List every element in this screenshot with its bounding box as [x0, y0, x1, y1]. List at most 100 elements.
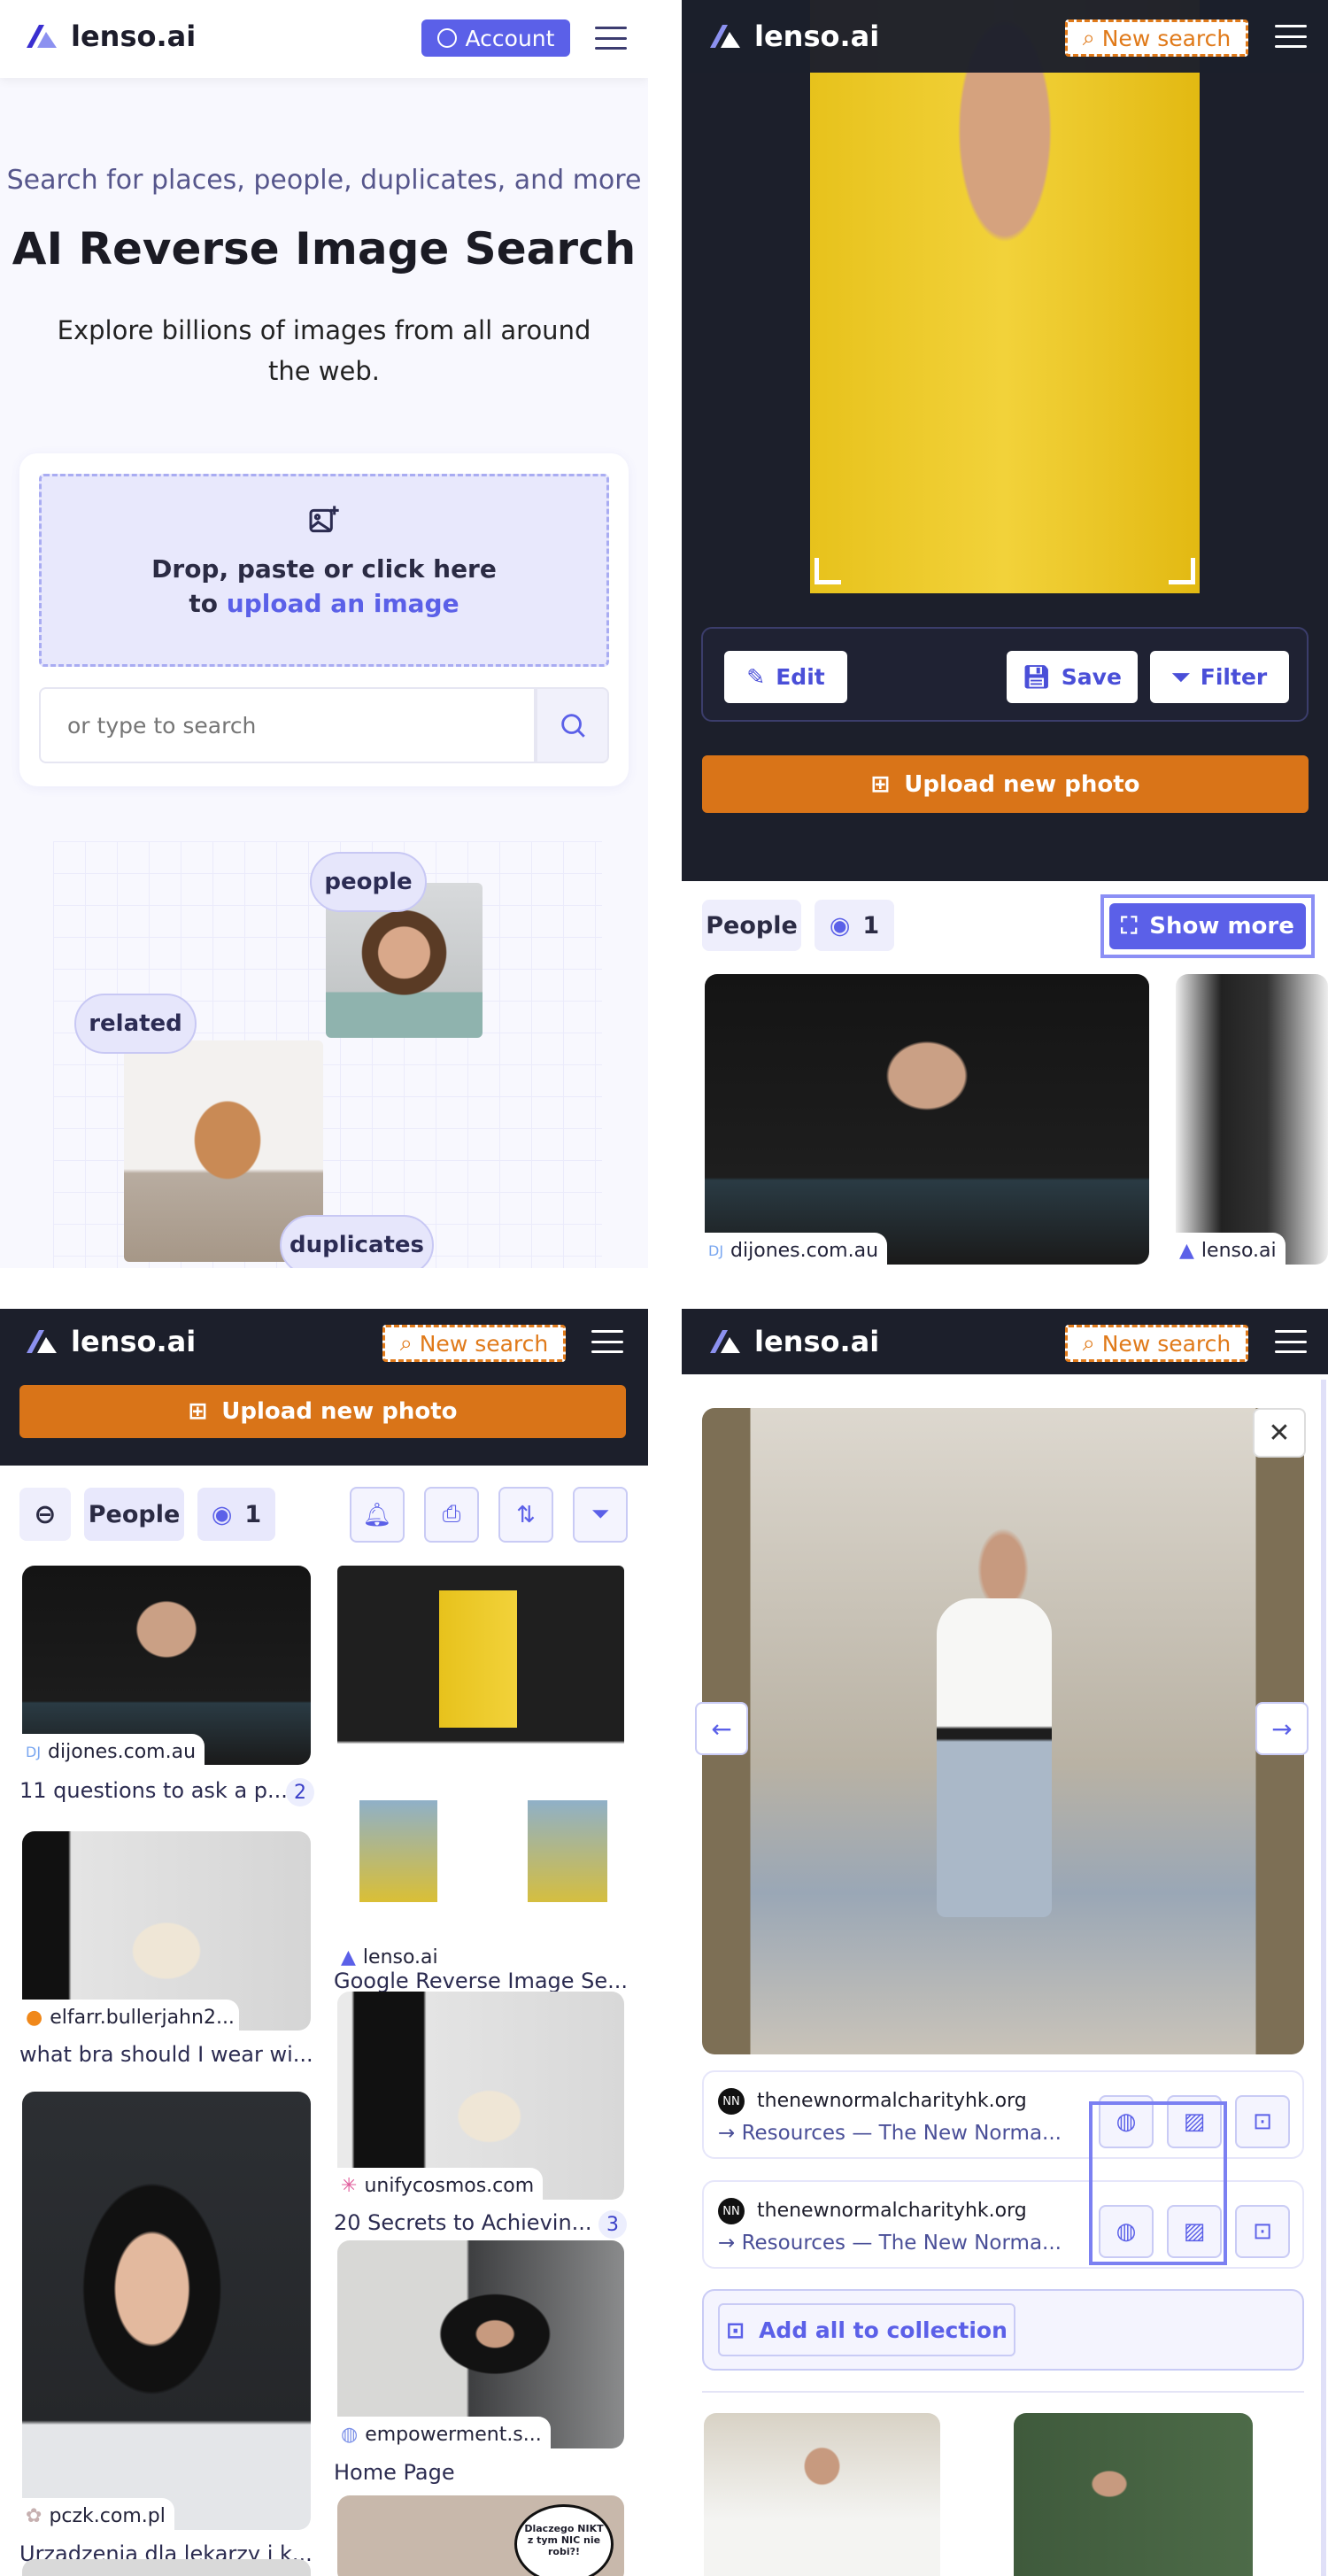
result-source[interactable]: ▲ lenso.ai — [337, 1939, 447, 1971]
screenshot-thumb — [359, 1800, 437, 1902]
menu-icon[interactable] — [595, 27, 627, 50]
logo[interactable]: lenso.ai — [708, 1325, 879, 1358]
result-title[interactable]: Google Reverse Image Se... — [334, 1969, 628, 1993]
bookmark-plus-icon: ⊡ — [1253, 2218, 1272, 2245]
logo[interactable]: lenso.ai — [25, 1325, 196, 1358]
site-favicon: ✿ — [26, 2504, 42, 2527]
result-image[interactable] — [1176, 974, 1328, 1265]
ad-speech-bubble: Dlaczego NIKT z tym NIC nie robi?! — [514, 2504, 614, 2576]
result-image[interactable] — [337, 1566, 624, 1902]
search-button[interactable] — [536, 687, 609, 763]
tag-people[interactable]: people — [310, 852, 427, 912]
account-button[interactable]: Account — [421, 19, 570, 57]
edit-icon: ✎ — [746, 664, 766, 690]
search-input[interactable] — [39, 687, 536, 763]
site-favicon: NN — [718, 2198, 745, 2224]
views-chip: ◉ 1 — [815, 900, 894, 951]
result-title[interactable]: 20 Secrets to Achievin... — [334, 2210, 592, 2235]
expand-icon: ⛶ — [1121, 912, 1138, 940]
result-source[interactable]: ◍ empowerment.s... — [337, 2417, 551, 2448]
related-image[interactable] — [704, 2413, 940, 2576]
dropzone[interactable]: Drop, paste or click here to upload an i… — [39, 474, 609, 667]
result-source[interactable]: ✳ unifycosmos.com — [337, 2168, 544, 2200]
previous-button[interactable]: ← — [695, 1702, 748, 1755]
search-icon — [560, 714, 585, 738]
result-image[interactable]: Dlaczego NIKT z tym NIC nie robi?! — [337, 2495, 624, 2576]
match-domain: thenewnormalcharityhk.org — [757, 2200, 1027, 2222]
alert-button[interactable]: 🔔︎ — [350, 1487, 405, 1543]
related-image[interactable] — [1014, 2413, 1253, 2576]
result-source[interactable]: ✿ pczk.com.pl — [22, 2498, 174, 2530]
show-more-button[interactable]: ⛶ Show more — [1100, 894, 1315, 958]
filter-button[interactable]: ⏷ Filter — [1150, 651, 1289, 703]
export-button[interactable]: ⎙ — [424, 1487, 479, 1543]
image-icon: ▨ — [1183, 2218, 1206, 2245]
collection-panel: ⊡ Add all to collection — [702, 2289, 1304, 2371]
visit-site-button[interactable]: ◍ — [1099, 2095, 1154, 2148]
globe-favicon: ◍ — [341, 2423, 359, 2446]
bookmark-plus-icon: ⊡ — [1253, 2108, 1272, 2135]
sort-button[interactable]: ⇅ — [498, 1487, 553, 1543]
globe-icon: ◍ — [1116, 2108, 1137, 2135]
result-source[interactable]: ● elfarr.bullerjahn2... — [22, 2000, 239, 2031]
match-row[interactable]: NN thenewnormalcharityhk.org → Resources… — [702, 2180, 1304, 2269]
bookmark-button[interactable]: ⊡ — [1235, 2205, 1290, 2258]
site-favicon: NN — [718, 2088, 745, 2115]
new-search-button[interactable]: ⌕ New search — [1065, 1325, 1248, 1362]
upload-link[interactable]: upload an image — [227, 589, 459, 618]
logo[interactable]: lenso.ai — [708, 19, 879, 53]
lenso-favicon: ▲ — [1179, 1239, 1194, 1262]
views-chip: ◉ 1 — [197, 1488, 275, 1541]
upload-new-photo-button[interactable]: ⊞ Upload new photo — [19, 1385, 626, 1438]
result-title[interactable]: what bra should I wear wi... — [19, 2042, 313, 2067]
upload-card: Drop, paste or click here to upload an i… — [19, 453, 629, 786]
scrollbar[interactable] — [1321, 1380, 1326, 2576]
result-title[interactable]: Home Page — [334, 2460, 455, 2485]
upload-new-photo-button[interactable]: ⊞ Upload new photo — [702, 755, 1309, 813]
view-image-button[interactable]: ▨ — [1167, 2095, 1222, 2148]
bookmark-plus-icon: ⊡ — [726, 2317, 745, 2343]
image-icon: ▨ — [1183, 2108, 1206, 2135]
visit-site-button[interactable]: ◍ — [1099, 2205, 1154, 2258]
result-image[interactable] — [705, 974, 1149, 1265]
menu-icon[interactable] — [591, 1330, 623, 1353]
view-image-button[interactable]: ▨ — [1167, 2205, 1222, 2258]
divider — [702, 2391, 1304, 2393]
match-title[interactable]: → Resources — The New Norma... — [718, 2232, 1062, 2255]
next-button[interactable]: → — [1255, 1702, 1309, 1755]
match-row[interactable]: NN thenewnormalcharityhk.org → Resources… — [702, 2070, 1304, 2159]
result-source[interactable]: ▲ lenso.ai — [1176, 1233, 1286, 1265]
menu-icon[interactable] — [1275, 1330, 1307, 1353]
crop-corner[interactable] — [1169, 558, 1195, 584]
lenso-favicon: ▲ — [341, 1946, 356, 1969]
result-source[interactable]: DJ dijones.com.au — [705, 1233, 888, 1265]
logo[interactable]: lenso.ai — [25, 19, 196, 53]
match-count-badge: 2 — [286, 1778, 314, 1806]
tag-related[interactable]: related — [74, 994, 197, 1054]
result-image[interactable] — [22, 2092, 311, 2530]
edit-button[interactable]: ✎ Edit — [724, 651, 847, 703]
filter-button[interactable]: ⏷ — [573, 1487, 628, 1543]
new-search-button[interactable]: ⌕ New search — [1065, 19, 1248, 57]
back-button[interactable]: ⊖ — [19, 1488, 71, 1541]
tag-duplicates[interactable]: duplicates — [280, 1215, 434, 1268]
match-title[interactable]: → Resources — The New Norma... — [718, 2122, 1062, 2145]
query-image — [810, 0, 1200, 593]
result-image[interactable] — [22, 2559, 311, 2576]
screenshot-thumb — [439, 1590, 517, 1728]
lenso-logo-icon — [27, 1330, 57, 1353]
result-title[interactable]: 11 questions to ask a p... — [19, 1778, 288, 1803]
bookmark-button[interactable]: ⊡ — [1235, 2095, 1290, 2148]
close-button[interactable]: ✕ — [1253, 1408, 1306, 1458]
menu-icon[interactable] — [1275, 25, 1307, 48]
save-button[interactable]: 💾︎ Save — [1007, 651, 1138, 703]
new-search-button[interactable]: ⌕ New search — [382, 1325, 566, 1362]
add-all-to-collection-button[interactable]: ⊡ Add all to collection — [718, 2303, 1015, 2356]
tagline: Search for places, people, duplicates, a… — [6, 165, 642, 196]
result-source[interactable]: DJ dijones.com.au — [22, 1734, 205, 1766]
detail-image — [702, 1408, 1304, 2054]
site-favicon: DJ — [26, 1743, 42, 1760]
crop-corner[interactable] — [815, 558, 841, 584]
header: lenso.ai ⌕ New search — [0, 1309, 648, 1374]
lenso-logo-icon — [710, 1330, 740, 1353]
